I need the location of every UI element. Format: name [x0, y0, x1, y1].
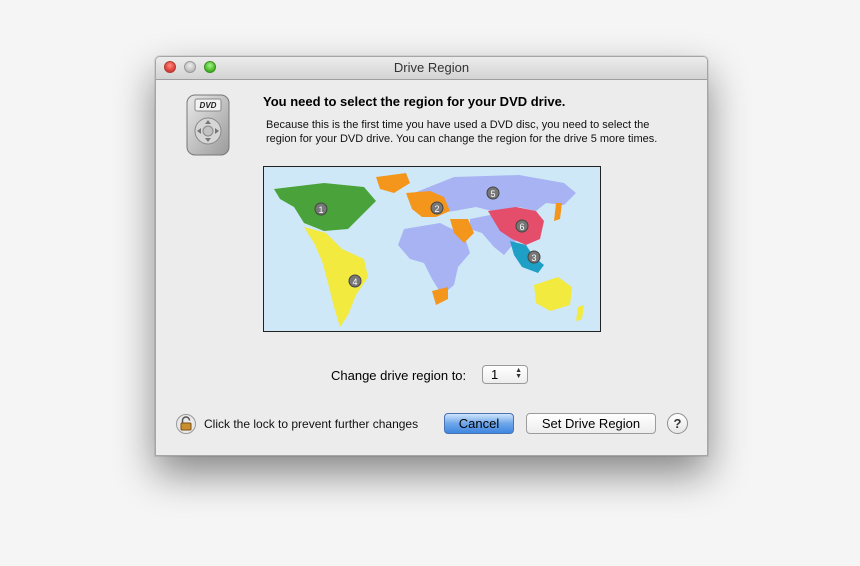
region-badge-2: 2 — [430, 201, 444, 215]
cancel-button[interactable]: Cancel — [444, 413, 514, 434]
popup-arrows-icon: ▲ ▼ — [515, 367, 522, 380]
region-badge-4: 4 — [348, 274, 362, 288]
region-badge-6: 6 — [515, 219, 529, 233]
lock-icon[interactable] — [176, 414, 196, 434]
region-badge-1: 1 — [314, 202, 328, 216]
region-popup-button[interactable]: 1 ▲ ▼ — [482, 365, 528, 384]
drive-region-dialog: Drive Region DVD You need to select the … — [155, 56, 708, 456]
window-title: Drive Region — [393, 60, 470, 75]
region-badge-1-label: 1 — [318, 205, 323, 215]
dialog-heading: You need to select the region for your D… — [263, 94, 566, 109]
set-drive-region-button[interactable]: Set Drive Region — [526, 413, 656, 434]
region-badge-3: 3 — [527, 250, 541, 264]
dialog-description: Because this is the first time you have … — [266, 119, 658, 145]
region-badge-5: 5 — [486, 186, 500, 200]
region-badge-3-label: 3 — [531, 253, 536, 263]
lock-hint-text: Click the lock to prevent further change… — [204, 417, 419, 431]
region-badge-4-label: 4 — [352, 277, 357, 287]
region-select-label: Change drive region to: — [331, 368, 467, 383]
help-button[interactable]: ? — [667, 413, 688, 434]
region-popup-value: 1 — [491, 367, 499, 382]
region-badge-2-label: 2 — [434, 204, 439, 214]
dvd-region-world-map: 1 2 3 4 5 6 — [263, 166, 601, 332]
region-badge-6-label: 6 — [519, 222, 524, 232]
dvd-logo-text: DVD — [200, 101, 217, 110]
region-badge-5-label: 5 — [490, 189, 495, 199]
dvd-player-remote-icon: DVD — [186, 94, 230, 156]
title-bar[interactable]: Drive Region — [156, 57, 707, 80]
